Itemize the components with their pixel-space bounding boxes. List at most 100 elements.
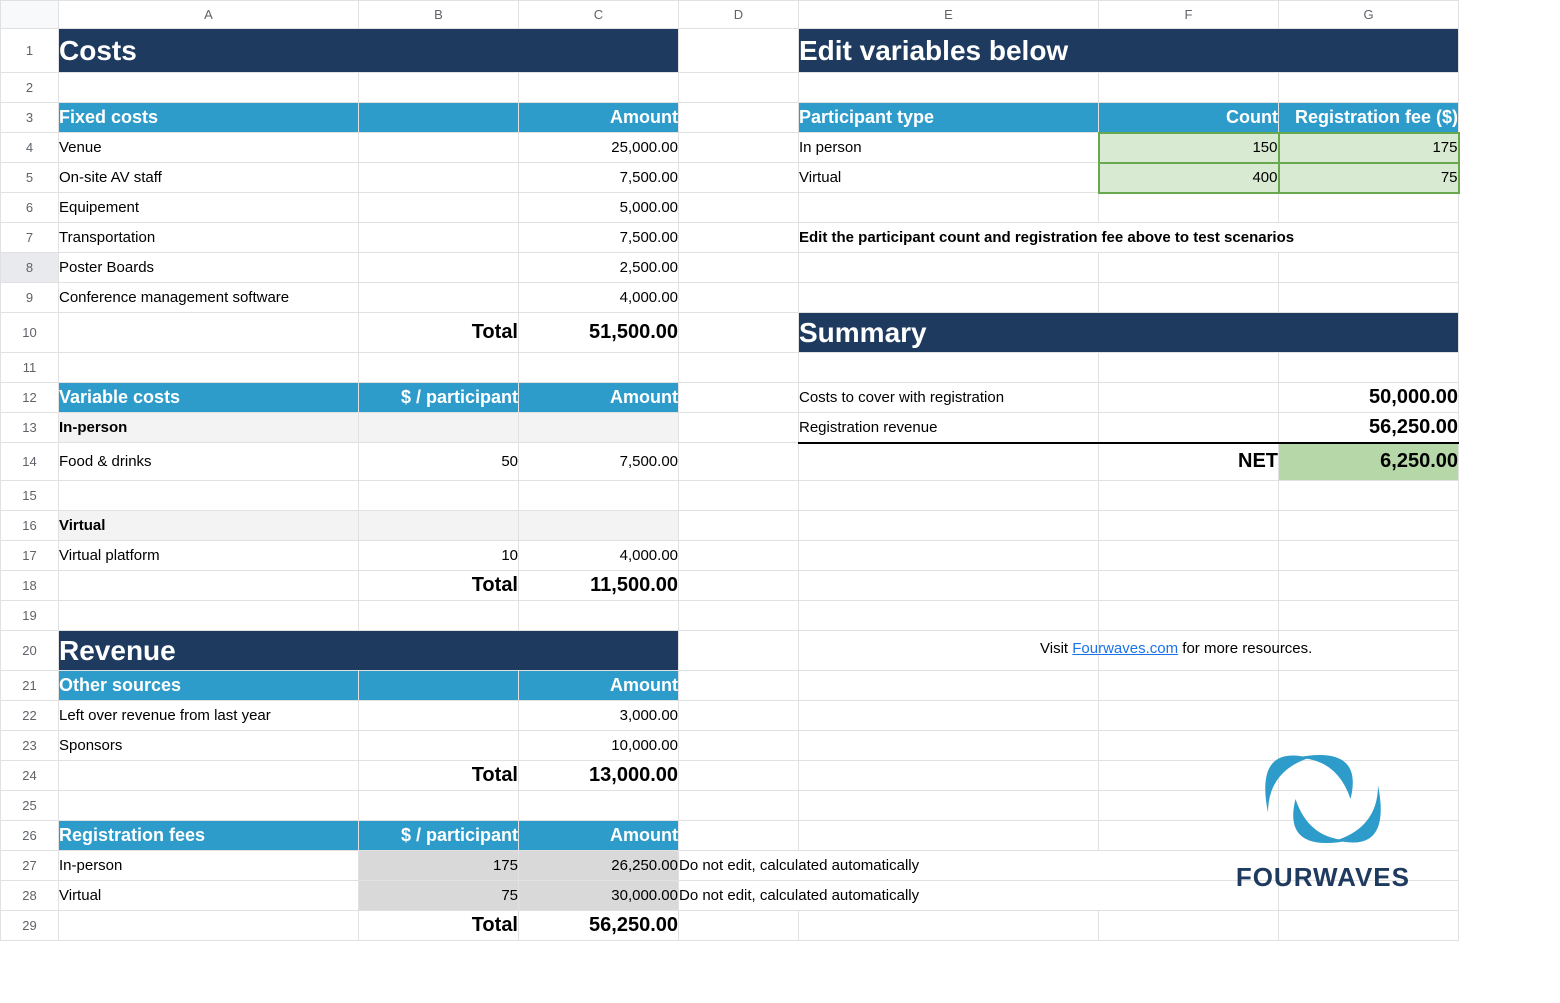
cell-D11[interactable] bbox=[679, 353, 799, 383]
row-header-18[interactable]: 18 bbox=[1, 571, 59, 601]
row-header-23[interactable]: 23 bbox=[1, 731, 59, 761]
per-participant-header[interactable]: $ / participant bbox=[359, 383, 519, 413]
col-header-D[interactable]: D bbox=[679, 1, 799, 29]
cell-G29[interactable] bbox=[1279, 911, 1459, 941]
cell-F9[interactable] bbox=[1099, 283, 1279, 313]
cell-E14[interactable] bbox=[799, 443, 1099, 481]
row-header-25[interactable]: 25 bbox=[1, 791, 59, 821]
cell-G19[interactable] bbox=[1279, 601, 1459, 631]
col-header-F[interactable]: F bbox=[1099, 1, 1279, 29]
col-header-C[interactable]: C bbox=[519, 1, 679, 29]
row-header-8[interactable]: 8 bbox=[1, 253, 59, 283]
cell-B15[interactable] bbox=[359, 481, 519, 511]
cell-A2[interactable] bbox=[59, 73, 359, 103]
variable-total-label[interactable]: Total bbox=[359, 571, 519, 601]
fixed-cost-name[interactable]: Venue bbox=[59, 133, 359, 163]
cell-F16[interactable] bbox=[1099, 511, 1279, 541]
cell-G16[interactable] bbox=[1279, 511, 1459, 541]
cell-D6[interactable] bbox=[679, 193, 799, 223]
cell-A10[interactable] bbox=[59, 313, 359, 353]
cell-D7[interactable] bbox=[679, 223, 799, 253]
variable-costs-header[interactable]: Variable costs bbox=[59, 383, 359, 413]
calc-note-1[interactable]: Do not edit, calculated automatically bbox=[679, 851, 1279, 881]
cell-F12[interactable] bbox=[1099, 383, 1279, 413]
food-drinks-label[interactable]: Food & drinks bbox=[59, 443, 359, 481]
costs-cover-value[interactable]: 50,000.00 bbox=[1279, 383, 1459, 413]
cell-E2[interactable] bbox=[799, 73, 1099, 103]
cell-C25[interactable] bbox=[519, 791, 679, 821]
cell-F21[interactable] bbox=[1099, 671, 1279, 701]
cell-G9[interactable] bbox=[1279, 283, 1459, 313]
cell-D1[interactable] bbox=[679, 29, 799, 73]
food-drinks-per[interactable]: 50 bbox=[359, 443, 519, 481]
cell-B11[interactable] bbox=[359, 353, 519, 383]
costs-cover-label[interactable]: Costs to cover with registration bbox=[799, 383, 1099, 413]
cell-E17[interactable] bbox=[799, 541, 1099, 571]
cell-D12[interactable] bbox=[679, 383, 799, 413]
cell-D17[interactable] bbox=[679, 541, 799, 571]
fourwaves-link[interactable]: Fourwaves.com bbox=[1072, 640, 1178, 657]
inperson-count-input[interactable]: 150 bbox=[1099, 133, 1279, 163]
cell-B22[interactable] bbox=[359, 701, 519, 731]
fixed-cost-amount[interactable]: 7,500.00 bbox=[519, 163, 679, 193]
row-header-6[interactable]: 6 bbox=[1, 193, 59, 223]
cell-D20[interactable] bbox=[679, 631, 799, 671]
reg-fee-header[interactable]: Registration fee ($) bbox=[1279, 103, 1459, 133]
cell-D3[interactable] bbox=[679, 103, 799, 133]
reg-rev-label[interactable]: Registration revenue bbox=[799, 413, 1099, 443]
cell-E19[interactable] bbox=[799, 601, 1099, 631]
cell-A19[interactable] bbox=[59, 601, 359, 631]
cell-D13[interactable] bbox=[679, 413, 799, 443]
row-header-28[interactable]: 28 bbox=[1, 881, 59, 911]
cell-D2[interactable] bbox=[679, 73, 799, 103]
row-header-11[interactable]: 11 bbox=[1, 353, 59, 383]
revenue-title[interactable]: Revenue bbox=[59, 631, 679, 671]
edit-instruction[interactable]: Edit the participant count and registrat… bbox=[799, 223, 1459, 253]
cell-G11[interactable] bbox=[1279, 353, 1459, 383]
sponsors-label[interactable]: Sponsors bbox=[59, 731, 359, 761]
cell-F13[interactable] bbox=[1099, 413, 1279, 443]
cell-F19[interactable] bbox=[1099, 601, 1279, 631]
reg-virtual-amount[interactable]: 30,000.00 bbox=[519, 881, 679, 911]
other-total-label[interactable]: Total bbox=[359, 761, 519, 791]
fixed-cost-name[interactable]: Equipement bbox=[59, 193, 359, 223]
reg-amount-header[interactable]: Amount bbox=[519, 821, 679, 851]
cell-G2[interactable] bbox=[1279, 73, 1459, 103]
row-header-1[interactable]: 1 bbox=[1, 29, 59, 73]
cell-B16[interactable] bbox=[359, 511, 519, 541]
leftover-label[interactable]: Left over revenue from last year bbox=[59, 701, 359, 731]
cell-A18[interactable] bbox=[59, 571, 359, 601]
fixed-cost-amount[interactable]: 25,000.00 bbox=[519, 133, 679, 163]
cell-D4[interactable] bbox=[679, 133, 799, 163]
row-header-12[interactable]: 12 bbox=[1, 383, 59, 413]
fixed-costs-header[interactable]: Fixed costs bbox=[59, 103, 359, 133]
fixed-total-label[interactable]: Total bbox=[359, 313, 519, 353]
cell-D10[interactable] bbox=[679, 313, 799, 353]
food-drinks-amount[interactable]: 7,500.00 bbox=[519, 443, 679, 481]
row-header-22[interactable]: 22 bbox=[1, 701, 59, 731]
cell-E15[interactable] bbox=[799, 481, 1099, 511]
cell-D24[interactable] bbox=[679, 761, 799, 791]
reg-fees-header[interactable]: Registration fees bbox=[59, 821, 359, 851]
cell-D25[interactable] bbox=[679, 791, 799, 821]
reg-per-header[interactable]: $ / participant bbox=[359, 821, 519, 851]
cell-G15[interactable] bbox=[1279, 481, 1459, 511]
virtual-subheader[interactable]: Virtual bbox=[59, 511, 359, 541]
cell-G6[interactable] bbox=[1279, 193, 1459, 223]
cell-B6[interactable] bbox=[359, 193, 519, 223]
cell-F29[interactable] bbox=[1099, 911, 1279, 941]
cell-E29[interactable] bbox=[799, 911, 1099, 941]
virtual-fee-input[interactable]: 75 bbox=[1279, 163, 1459, 193]
virtual-count-input[interactable]: 400 bbox=[1099, 163, 1279, 193]
col-header-E[interactable]: E bbox=[799, 1, 1099, 29]
cell-B5[interactable] bbox=[359, 163, 519, 193]
row-header-20[interactable]: 20 bbox=[1, 631, 59, 671]
col-header-G[interactable]: G bbox=[1279, 1, 1459, 29]
other-amount-header[interactable]: Amount bbox=[519, 671, 679, 701]
cell-F22[interactable] bbox=[1099, 701, 1279, 731]
cell-C15[interactable] bbox=[519, 481, 679, 511]
col-header-A[interactable]: A bbox=[59, 1, 359, 29]
row-header-7[interactable]: 7 bbox=[1, 223, 59, 253]
cell-A11[interactable] bbox=[59, 353, 359, 383]
cell-B13[interactable] bbox=[359, 413, 519, 443]
